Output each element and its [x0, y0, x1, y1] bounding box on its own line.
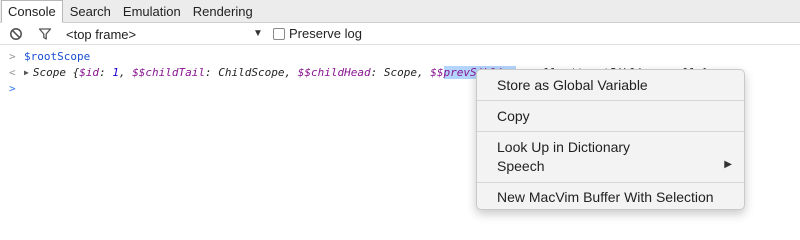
- tab-search[interactable]: Search: [65, 0, 116, 22]
- property-value: 1: [112, 65, 119, 79]
- console-command: $rootScope: [24, 49, 91, 63]
- menu-item-look-up-in-dictionary[interactable]: Look Up in Dictionary: [497, 137, 630, 157]
- property-key: $$childHead: [297, 65, 371, 79]
- menu-separator: [477, 100, 744, 101]
- filter-icon[interactable]: [36, 25, 54, 43]
- preserve-log-option[interactable]: Preserve log: [273, 26, 362, 41]
- clear-console-icon[interactable]: [7, 25, 25, 43]
- tab-console[interactable]: Console: [1, 0, 63, 23]
- property-key: $id: [79, 65, 100, 79]
- property-key: $$: [430, 65, 444, 79]
- input-prompt-icon: >: [9, 49, 16, 63]
- menu-item-copy[interactable]: Copy: [497, 106, 530, 126]
- property-value: Scope: [383, 65, 418, 79]
- menu-separator: [477, 131, 744, 132]
- expand-triangle-icon[interactable]: ▶: [24, 68, 29, 77]
- context-menu: Store as Global Variable Copy Look Up in…: [476, 69, 745, 210]
- menu-item-speech[interactable]: Speech: [497, 156, 544, 176]
- preserve-log-checkbox[interactable]: [273, 27, 285, 40]
- devtools-tab-bar: Console Search Emulation Rendering: [0, 0, 800, 23]
- menu-item-store-as-global-variable[interactable]: Store as Global Variable: [497, 75, 648, 95]
- property-value: ChildScope: [218, 65, 285, 79]
- chevron-down-icon[interactable]: ▼: [253, 28, 263, 39]
- submenu-arrow-icon: ▶: [724, 159, 732, 170]
- object-prefix: Scope {: [32, 65, 80, 79]
- console-toolbar: <top frame> ▼ Preserve log: [0, 23, 800, 45]
- menu-separator: [477, 182, 744, 183]
- console-prompt-icon: >: [9, 81, 16, 95]
- menu-item-new-macvim-buffer[interactable]: New MacVim Buffer With Selection: [497, 187, 714, 207]
- tab-emulation[interactable]: Emulation: [118, 0, 186, 22]
- tab-rendering[interactable]: Rendering: [188, 0, 258, 22]
- preserve-log-label: Preserve log: [289, 26, 362, 41]
- frame-select[interactable]: <top frame>: [66, 25, 136, 43]
- result-arrow-icon: <: [9, 65, 16, 79]
- devtools-window: Console Search Emulation Rendering <top …: [0, 0, 800, 239]
- property-key: $$childTail: [132, 65, 206, 79]
